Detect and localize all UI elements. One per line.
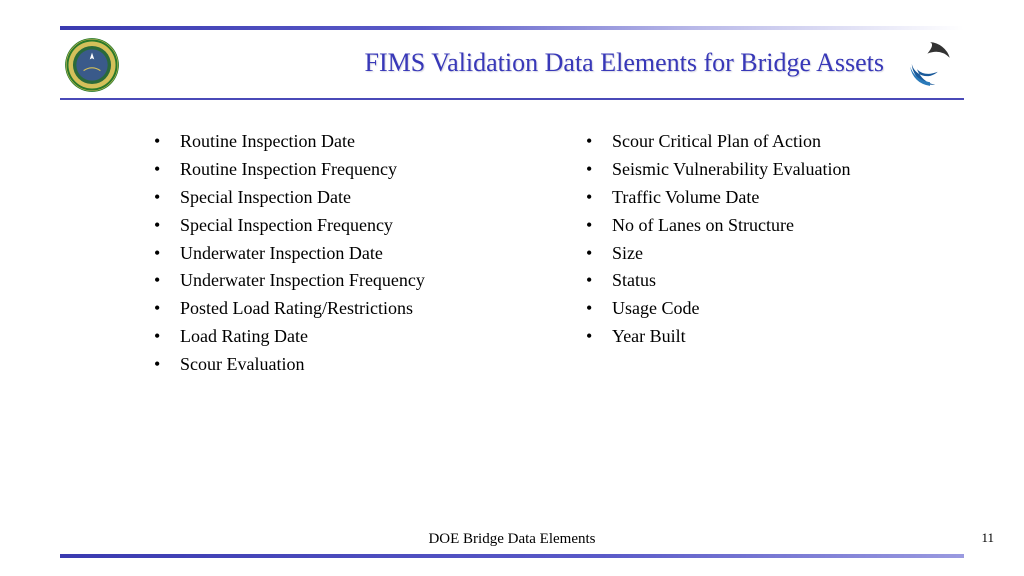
list-item: No of Lanes on Structure bbox=[572, 212, 944, 240]
bottom-divider bbox=[60, 554, 964, 558]
list-item: Underwater Inspection Frequency bbox=[140, 267, 512, 295]
list-item: Special Inspection Date bbox=[140, 184, 512, 212]
content-area: Routine Inspection DateRoutine Inspectio… bbox=[140, 128, 944, 379]
page-number: 11 bbox=[981, 530, 994, 546]
right-column: Scour Critical Plan of ActionSeismic Vul… bbox=[572, 128, 944, 379]
left-column: Routine Inspection DateRoutine Inspectio… bbox=[140, 128, 512, 379]
list-item: Scour Critical Plan of Action bbox=[572, 128, 944, 156]
list-item: Posted Load Rating/Restrictions bbox=[140, 295, 512, 323]
doe-seal-icon bbox=[64, 37, 120, 93]
list-item: Year Built bbox=[572, 323, 944, 351]
page-title: FIMS Validation Data Elements for Bridge… bbox=[120, 48, 904, 78]
slide-header: FIMS Validation Data Elements for Bridge… bbox=[60, 30, 964, 100]
brand-swoosh-icon bbox=[904, 38, 956, 90]
footer-label: DOE Bridge Data Elements bbox=[0, 531, 1024, 548]
list-item: Traffic Volume Date bbox=[572, 184, 944, 212]
list-item: Status bbox=[572, 267, 944, 295]
left-list: Routine Inspection DateRoutine Inspectio… bbox=[140, 128, 512, 379]
list-item: Routine Inspection Frequency bbox=[140, 156, 512, 184]
list-item: Routine Inspection Date bbox=[140, 128, 512, 156]
right-list: Scour Critical Plan of ActionSeismic Vul… bbox=[572, 128, 944, 351]
list-item: Underwater Inspection Date bbox=[140, 240, 512, 268]
list-item: Usage Code bbox=[572, 295, 944, 323]
list-item: Scour Evaluation bbox=[140, 351, 512, 379]
list-item: Size bbox=[572, 240, 944, 268]
list-item: Seismic Vulnerability Evaluation bbox=[572, 156, 944, 184]
list-item: Load Rating Date bbox=[140, 323, 512, 351]
list-item: Special Inspection Frequency bbox=[140, 212, 512, 240]
